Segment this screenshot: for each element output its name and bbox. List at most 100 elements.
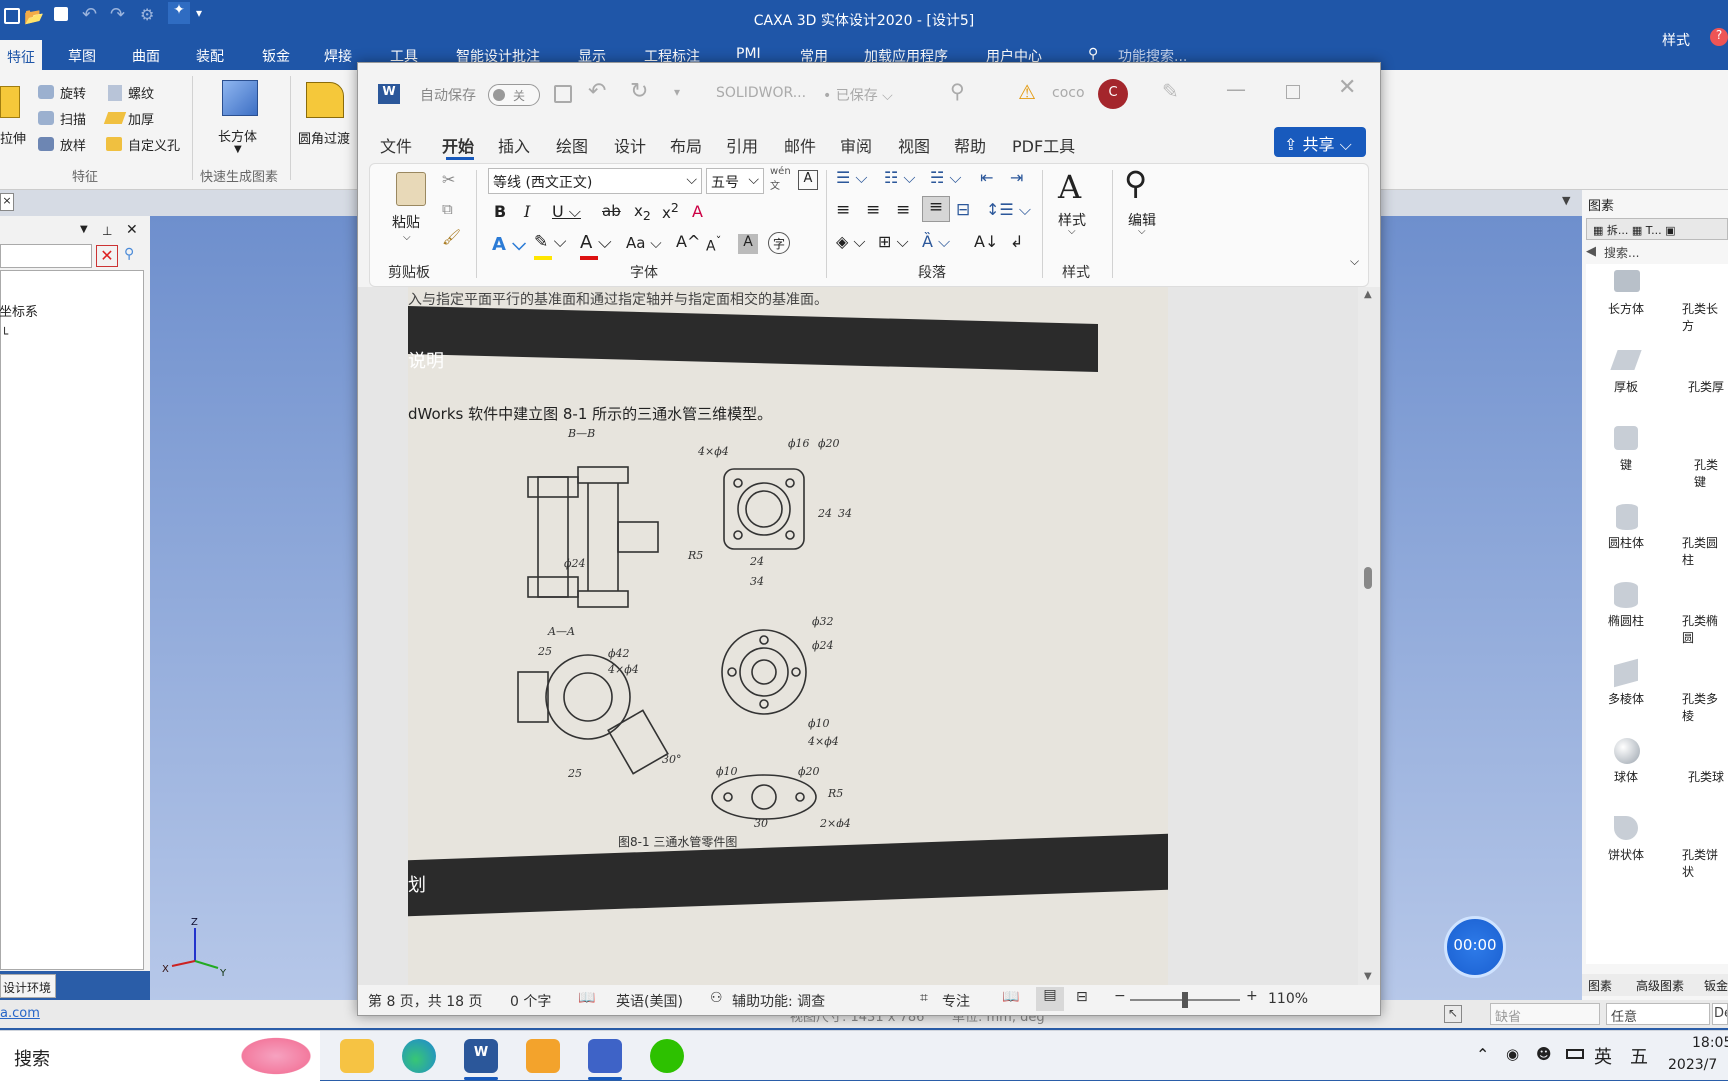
design-env-tab[interactable]: 设计环境 xyxy=(0,974,56,998)
fillet-button[interactable]: 圆角过渡 xyxy=(298,128,350,147)
tab-home[interactable]: 开始 xyxy=(442,133,474,157)
change-case-icon[interactable]: Aa ⌵ xyxy=(626,234,662,252)
style-menu[interactable]: 样式 xyxy=(1662,30,1690,50)
warning-icon[interactable]: ⚠ xyxy=(1018,80,1036,104)
battery-icon[interactable] xyxy=(1566,1049,1584,1059)
chevron-down-icon[interactable]: ⌵ xyxy=(403,232,411,243)
fillet-icon[interactable] xyxy=(306,82,344,118)
sphere-element-icon[interactable] xyxy=(1614,738,1640,764)
clear-icon[interactable]: ✕ xyxy=(96,245,118,267)
help-icon[interactable]: ? xyxy=(1710,28,1728,46)
align-center-icon[interactable]: ≡ xyxy=(866,200,880,220)
sweep-button[interactable]: 扫描 xyxy=(60,109,86,128)
any-combo[interactable]: 任意 xyxy=(1606,1003,1710,1025)
saved-status[interactable]: • 已保存 ⌵ xyxy=(823,85,893,105)
stretch-icon[interactable] xyxy=(0,86,20,118)
tab-sketch[interactable]: 草图 xyxy=(68,46,96,66)
zoom-in-icon[interactable]: + xyxy=(1246,988,1258,1004)
pin-icon[interactable]: ⊥ xyxy=(102,224,112,238)
chevron-down-icon[interactable]: ▼ xyxy=(1562,194,1570,207)
elliptic-element-icon[interactable] xyxy=(1614,582,1638,608)
tab-sheetmetal[interactable]: 钣金 xyxy=(262,46,290,66)
highlight-icon[interactable]: ✎ ⌵ xyxy=(534,232,567,252)
tab-elements[interactable]: 图素 xyxy=(1588,977,1612,994)
bullets-icon[interactable]: ☰ ⌵ xyxy=(836,168,868,188)
undo-icon[interactable]: ↶ xyxy=(588,79,606,104)
rotate-button[interactable]: 旋转 xyxy=(60,83,86,102)
cylinder-element-icon[interactable] xyxy=(1616,504,1638,530)
tab-help[interactable]: 帮助 xyxy=(954,133,986,157)
focus-icon[interactable]: ⌗ xyxy=(920,990,928,1006)
bold-icon[interactable]: B xyxy=(494,202,506,221)
proofing-icon[interactable]: 📖 xyxy=(578,990,595,1006)
text-effect-icon[interactable]: A ⌵ xyxy=(492,234,526,255)
element-box[interactable]: 长方体 xyxy=(1608,300,1644,317)
element-hole-key[interactable]: 孔类键 xyxy=(1694,456,1728,490)
file-explorer-icon[interactable] xyxy=(340,1039,374,1073)
tab-feature[interactable]: 特征 xyxy=(0,40,42,70)
element-hole-pie[interactable]: 孔类饼状 xyxy=(1682,846,1728,880)
customize-icon[interactable]: ▾ xyxy=(674,85,680,99)
subscript-icon[interactable]: x2 xyxy=(634,202,651,223)
element-hole-plate[interactable]: 孔类厚 xyxy=(1688,378,1724,395)
focus-mode[interactable]: 专注 xyxy=(942,991,970,1011)
tab-assembly[interactable]: 装配 xyxy=(196,46,224,66)
search-icon[interactable]: ⚲ xyxy=(950,79,965,103)
search-icon[interactable]: ⚲ xyxy=(1088,46,1098,62)
tab-references[interactable]: 引用 xyxy=(726,133,758,157)
element-sphere[interactable]: 球体 xyxy=(1614,768,1638,785)
zoom-slider[interactable] xyxy=(1130,992,1240,1008)
ime-indicator[interactable]: 英 xyxy=(1594,1043,1612,1069)
tab-draw[interactable]: 绘图 xyxy=(556,133,588,157)
share-button[interactable]: ⇪ 共享 ⌵ xyxy=(1274,127,1366,157)
collapse-ribbon-icon[interactable]: ⌵ xyxy=(1350,254,1359,269)
word-count[interactable]: 0 个字 xyxy=(510,991,551,1011)
tab-view[interactable]: 视图 xyxy=(898,133,930,157)
element-plate[interactable]: 厚板 xyxy=(1614,378,1638,395)
strikethrough-icon[interactable]: ab xyxy=(602,202,621,220)
maximize-icon[interactable] xyxy=(1286,85,1300,99)
tab-pdf-tools[interactable]: PDF工具 xyxy=(1012,133,1075,157)
read-mode-icon[interactable]: 📖 xyxy=(1002,989,1019,1005)
tab-sheetmetal-elements[interactable]: 钣金 xyxy=(1704,977,1728,994)
paste-button[interactable]: 粘贴 xyxy=(392,212,420,232)
close-icon[interactable]: ✕ xyxy=(126,222,138,238)
shrink-font-icon[interactable]: Aˇ xyxy=(706,234,721,255)
autosave-toggle[interactable]: 关 xyxy=(488,84,540,106)
show-marks-icon[interactable]: ↲ xyxy=(1010,232,1023,251)
char-shading-icon[interactable]: A xyxy=(738,234,758,254)
accessibility-icon[interactable]: ⚇ xyxy=(710,990,723,1006)
element-hole-box[interactable]: 孔类长方 xyxy=(1682,300,1728,334)
asian-layout-icon[interactable]: Ȁ ⌵ xyxy=(922,232,950,252)
grow-font-icon[interactable]: A^ xyxy=(676,232,700,251)
element-elliptic[interactable]: 椭圆柱 xyxy=(1608,612,1644,629)
minimize-icon[interactable]: — xyxy=(1226,77,1246,101)
wechat-icon[interactable] xyxy=(650,1039,684,1073)
chevron-down-icon[interactable]: ▼ xyxy=(80,224,88,235)
element-cylinder[interactable]: 圆柱体 xyxy=(1608,534,1644,551)
scroll-down-icon[interactable]: ▼ xyxy=(1364,971,1372,982)
phonetic-guide-icon[interactable]: wén 文 xyxy=(770,166,791,192)
font-size-select[interactable]: 五号 ⌵ xyxy=(706,168,764,194)
avatar[interactable]: C xyxy=(1098,79,1128,109)
ime-mode[interactable]: 五 xyxy=(1630,1043,1648,1069)
tray-disk-icon[interactable]: ◉ xyxy=(1506,1045,1519,1063)
underline-icon[interactable]: U ⌵ xyxy=(552,202,581,222)
tree-item-world-coordinate[interactable]: 世界坐标系 xyxy=(0,301,38,320)
filter-icon[interactable]: ⚲ xyxy=(124,246,134,262)
scroll-thumb[interactable] xyxy=(1364,567,1372,589)
panel-search-input[interactable]: 搜索... xyxy=(1604,244,1639,261)
close-icon[interactable]: × xyxy=(0,193,14,211)
styles-icon[interactable]: A xyxy=(1058,168,1081,206)
language[interactable]: 英语(美国) xyxy=(616,991,683,1011)
redo-icon[interactable]: ↻ xyxy=(630,79,648,104)
font-color-icon[interactable]: A ⌵ xyxy=(580,232,612,253)
tray-chevron-icon[interactable]: ⌃ xyxy=(1476,1045,1489,1064)
back-icon[interactable]: ◀ xyxy=(1586,244,1596,259)
clock-time[interactable]: 18:05 xyxy=(1692,1035,1728,1051)
vertical-scrollbar[interactable]: ▲ ▼ xyxy=(1358,287,1380,985)
caxa-taskbar-icon[interactable] xyxy=(588,1039,622,1073)
copy-icon[interactable]: ⧉ xyxy=(442,200,453,218)
chevron-down-icon[interactable]: ⌵ xyxy=(1068,226,1076,237)
status-link[interactable]: a.com xyxy=(0,1006,40,1021)
